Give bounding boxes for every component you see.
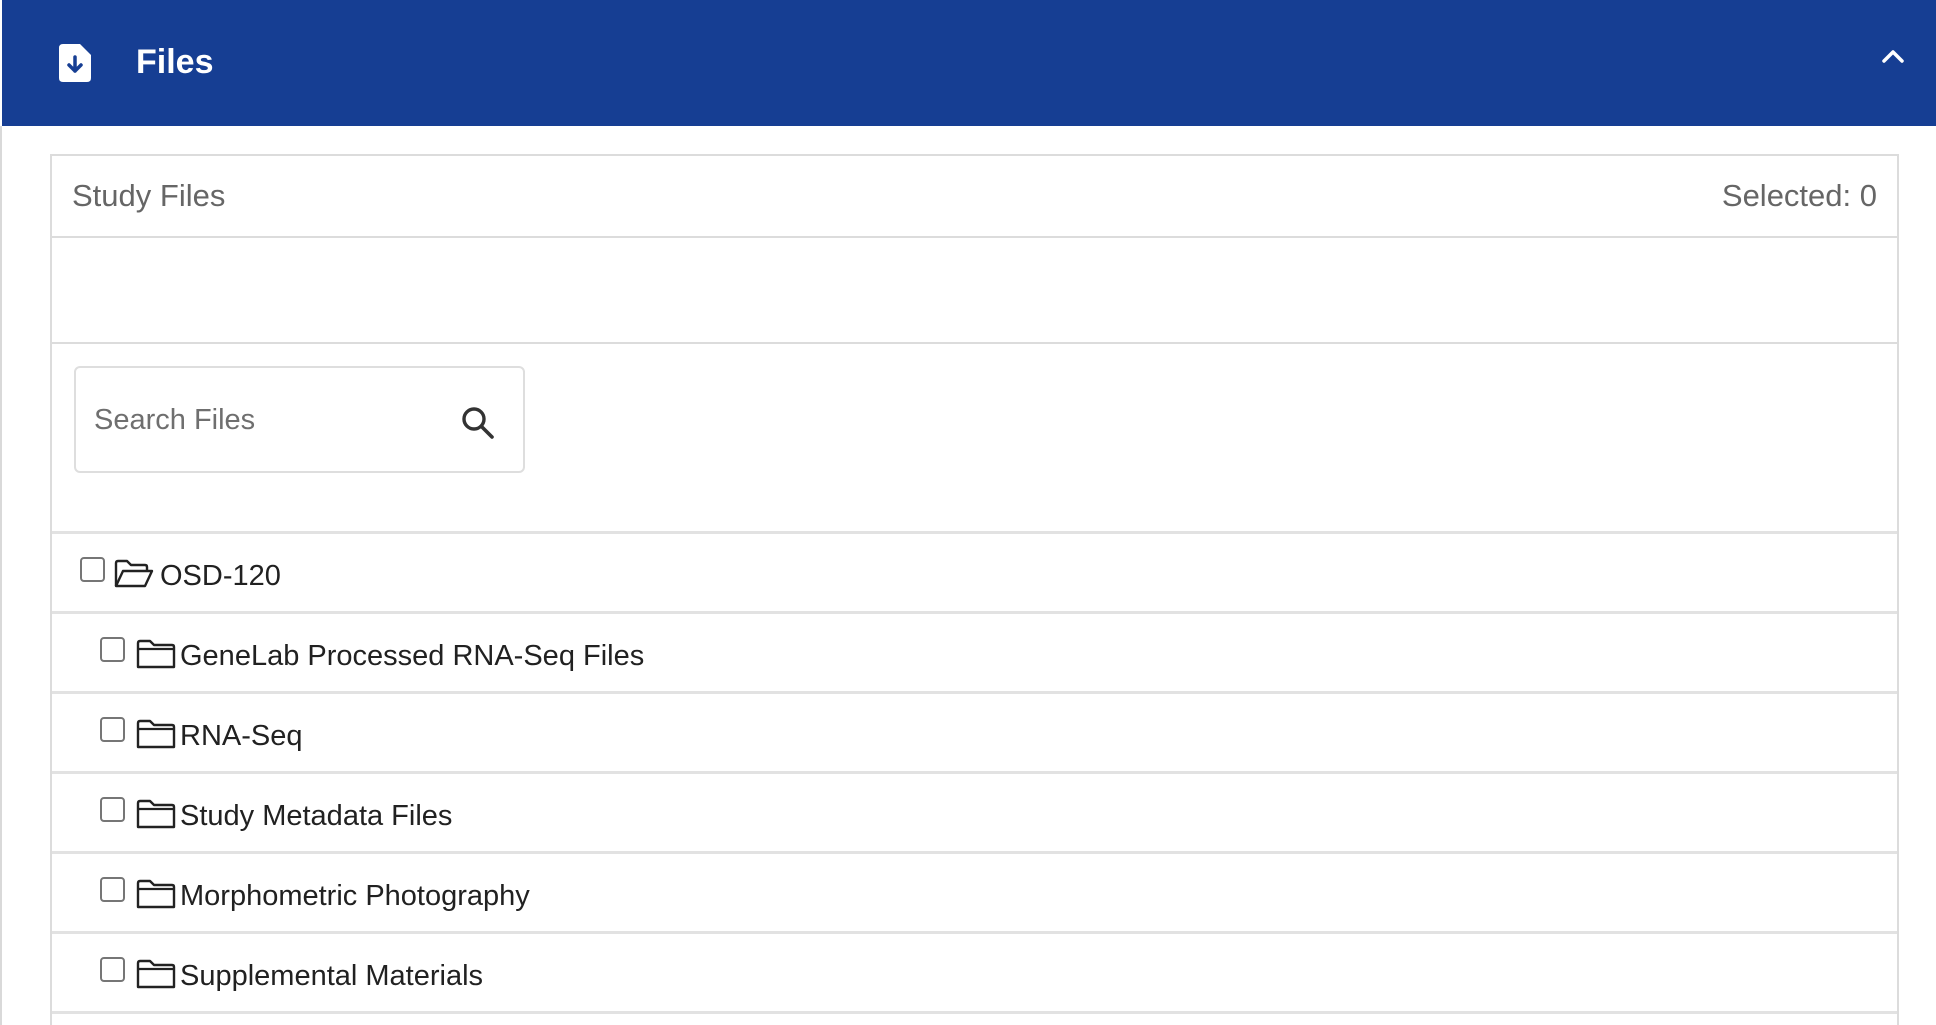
- section-title: Files: [136, 43, 214, 81]
- panel-header: Study Files Selected: 0: [52, 156, 1897, 238]
- tree-row[interactable]: RNA-Seq: [52, 694, 1897, 774]
- checkbox[interactable]: [100, 717, 125, 742]
- tree-item-label: OSD-120: [160, 560, 281, 592]
- checkbox[interactable]: [100, 877, 125, 902]
- search-icon[interactable]: [461, 406, 495, 440]
- tree-item-label: GeneLab Processed RNA-Seq Files: [180, 640, 645, 672]
- panel-label: Study Files: [72, 178, 226, 213]
- folder-icon: [136, 719, 176, 749]
- chevron-up-icon[interactable]: [1878, 43, 1908, 69]
- files-section-header[interactable]: Files: [2, 0, 1936, 126]
- search-input[interactable]: [94, 396, 424, 444]
- tree-item-label: RNA-Seq: [180, 720, 303, 752]
- checkbox[interactable]: [100, 797, 125, 822]
- tree-row[interactable]: Study Metadata Files: [52, 774, 1897, 854]
- checkbox[interactable]: [80, 557, 105, 582]
- file-download-icon: [59, 44, 91, 82]
- folder-icon: [136, 799, 176, 829]
- file-tree: OSD-120 GeneLab Processed RNA-Seq Files …: [52, 534, 1897, 1014]
- checkbox[interactable]: [100, 957, 125, 982]
- tree-item-label: Morphometric Photography: [180, 880, 530, 912]
- search-box: [74, 366, 525, 473]
- tree-item-label: Supplemental Materials: [180, 960, 484, 992]
- page-edge-divider: [0, 126, 2, 1025]
- tree-item-label: Study Metadata Files: [180, 800, 453, 832]
- folder-open-icon: [114, 559, 154, 588]
- folder-icon: [136, 959, 176, 989]
- tree-row[interactable]: Morphometric Photography: [52, 854, 1897, 934]
- folder-icon: [136, 879, 176, 909]
- study-files-panel: Study Files Selected: 0 OSD-120: [50, 154, 1899, 1025]
- tree-row[interactable]: GeneLab Processed RNA-Seq Files: [52, 614, 1897, 694]
- tree-row-root[interactable]: OSD-120: [52, 534, 1897, 614]
- checkbox[interactable]: [100, 637, 125, 662]
- search-area: [52, 344, 1897, 534]
- folder-icon: [136, 639, 176, 669]
- empty-toolbar-row: [52, 238, 1897, 344]
- tree-row[interactable]: Supplemental Materials: [52, 934, 1897, 1014]
- selected-count: Selected: 0: [1721, 178, 1877, 213]
